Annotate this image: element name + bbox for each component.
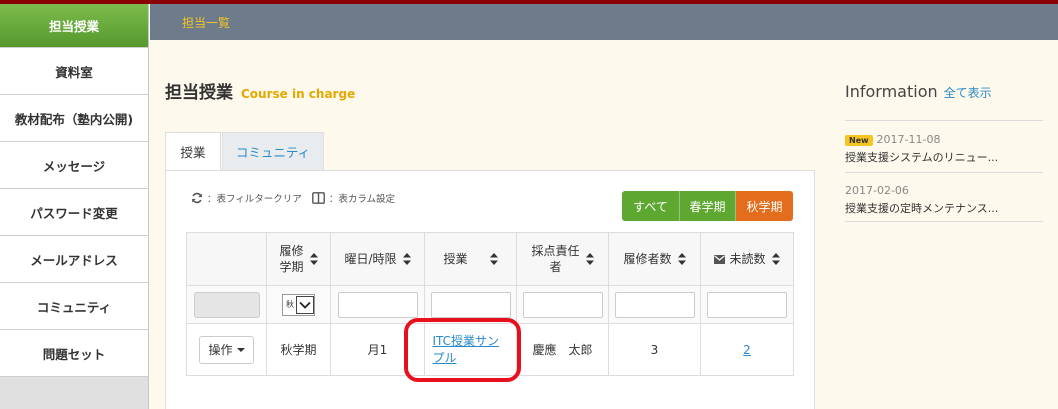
page-title-text: 担当授業 bbox=[165, 83, 233, 103]
header-grader[interactable]: 採点責任者 bbox=[516, 232, 609, 286]
table-row: 操作 秋学期 月1 ITC授業サン プル 慶應 太郎 3 2 bbox=[186, 323, 794, 376]
news-title-link[interactable]: 授業支援システムのリニュー... bbox=[845, 149, 1045, 165]
table-tools: ：表フィルタークリア ：表カラム設定 bbox=[191, 191, 405, 205]
clear-filter-label: ：表フィルタークリア bbox=[207, 194, 302, 205]
sort-icon bbox=[771, 253, 780, 265]
divider bbox=[845, 120, 1043, 121]
column-setting-label: ：表カラム設定 bbox=[328, 194, 396, 205]
header-grader-label: 採点責任者 bbox=[531, 244, 580, 274]
header-term-label: 履修 学期 bbox=[279, 244, 304, 274]
term-filter-select[interactable]: 秋 bbox=[282, 293, 315, 316]
news-item: 2017-02-06 授業支援の定時メンテナンス... bbox=[845, 184, 1045, 216]
row-course-cell: ITC授業サン プル bbox=[424, 323, 517, 376]
operation-label: 操作 bbox=[208, 343, 233, 357]
header-course-label: 授業 bbox=[443, 252, 468, 266]
sort-icon bbox=[585, 253, 594, 265]
sidebar-item-messages[interactable]: メッセージ bbox=[0, 142, 148, 189]
operation-dropdown-button[interactable]: 操作 bbox=[199, 335, 254, 364]
clear-filter-tool[interactable]: ：表フィルタークリア bbox=[191, 191, 302, 205]
filter-cell-actions bbox=[186, 285, 267, 324]
columns-icon bbox=[311, 192, 325, 204]
refresh-icon bbox=[192, 192, 202, 204]
news-date: 2017-11-08 bbox=[876, 133, 941, 146]
row-actions-cell: 操作 bbox=[186, 323, 267, 376]
news-item: New 2017-11-08 授業支援システムのリニュー... bbox=[845, 133, 1045, 165]
sort-icon bbox=[489, 253, 498, 265]
caret-down-icon bbox=[236, 347, 245, 352]
information-title: Information bbox=[845, 82, 938, 101]
page-title: 担当授業 Course in charge bbox=[165, 78, 355, 103]
header-course[interactable]: 授業 bbox=[424, 232, 517, 286]
row-grader: 慶應 太郎 bbox=[516, 323, 609, 376]
breadcrumb[interactable]: 担当一覧 bbox=[182, 14, 230, 31]
column-setting-tool[interactable]: ：表カラム設定 bbox=[311, 191, 396, 205]
row-enrolled: 3 bbox=[608, 323, 701, 376]
news-title-link[interactable]: 授業支援の定時メンテナンス... bbox=[845, 200, 1045, 216]
day-period-filter-input[interactable] bbox=[337, 291, 418, 318]
sort-icon bbox=[309, 253, 318, 265]
course-link[interactable]: ITC授業サン プル bbox=[433, 333, 509, 367]
course-table: 履修 学期 曜日/時限 授業 採点責任者 履修者数 未読数 秋 操作 秋学期 月… bbox=[186, 232, 794, 376]
filter-all-button[interactable]: すべて bbox=[622, 191, 680, 221]
header-unread[interactable]: 未読数 bbox=[700, 232, 794, 286]
sidebar-item-courses[interactable]: 担当授業 bbox=[0, 4, 148, 48]
page-subtitle: Course in charge bbox=[241, 87, 356, 101]
sidebar-item-password-change[interactable]: パスワード変更 bbox=[0, 189, 148, 236]
show-all-link[interactable]: 全て表示 bbox=[944, 86, 992, 100]
chevron-down-icon bbox=[296, 295, 314, 314]
sidebar-item-library[interactable]: 資料室 bbox=[0, 48, 148, 95]
tab-courses[interactable]: 授業 bbox=[165, 132, 221, 170]
filter-spring-button[interactable]: 春学期 bbox=[680, 191, 736, 221]
sort-icon bbox=[402, 253, 411, 265]
unread-filter-input[interactable] bbox=[707, 291, 787, 318]
header-enrolled-label: 履修者数 bbox=[623, 252, 672, 266]
filter-autumn-button[interactable]: 秋学期 bbox=[736, 191, 793, 221]
top-bar: 担当一覧 bbox=[150, 4, 1058, 40]
envelope-icon bbox=[714, 254, 726, 264]
filter-cell-grader bbox=[516, 285, 609, 324]
filter-cell-enrolled bbox=[608, 285, 701, 324]
filter-disabled-box bbox=[193, 291, 260, 318]
sidebar-item-material-distribution[interactable]: 教材配布（塾内公開) bbox=[0, 95, 148, 142]
enrolled-filter-input[interactable] bbox=[614, 291, 695, 318]
sort-icon bbox=[677, 253, 686, 265]
sidebar-item-community[interactable]: コミュニティ bbox=[0, 283, 148, 330]
sidebar-item-problem-sets[interactable]: 問題セット bbox=[0, 330, 148, 377]
filter-row: 秋 bbox=[186, 285, 794, 324]
header-enrolled[interactable]: 履修者数 bbox=[608, 232, 701, 286]
table-header-row: 履修 学期 曜日/時限 授業 採点責任者 履修者数 未読数 bbox=[186, 232, 794, 286]
filter-cell-term: 秋 bbox=[266, 285, 331, 324]
news-date: 2017-02-06 bbox=[845, 184, 909, 197]
header-day-period-label: 曜日/時限 bbox=[344, 252, 397, 266]
header-day-period[interactable]: 曜日/時限 bbox=[330, 232, 425, 286]
row-term: 秋学期 bbox=[266, 323, 331, 376]
filter-cell-day-period bbox=[330, 285, 425, 324]
filter-cell-course bbox=[424, 285, 517, 324]
sidebar: 担当授業 資料室 教材配布（塾内公開) メッセージ パスワード変更 メールアドレ… bbox=[0, 4, 149, 409]
row-unread-cell: 2 bbox=[700, 323, 794, 376]
header-term[interactable]: 履修 学期 bbox=[266, 232, 331, 286]
term-filter-group: すべて 春学期 秋学期 bbox=[622, 191, 793, 221]
filter-cell-unread bbox=[700, 285, 794, 324]
header-unread-label: 未読数 bbox=[729, 252, 766, 266]
sidebar-item-email-address[interactable]: メールアドレス bbox=[0, 236, 148, 283]
divider bbox=[845, 172, 1043, 173]
header-actions bbox=[186, 232, 267, 286]
new-badge: New bbox=[845, 134, 873, 146]
unread-count-link[interactable]: 2 bbox=[743, 343, 751, 357]
row-day-period: 月1 bbox=[330, 323, 425, 376]
grader-filter-input[interactable] bbox=[522, 291, 603, 318]
term-filter-value: 秋 bbox=[286, 300, 294, 309]
information-header: Information 全て表示 bbox=[845, 82, 992, 101]
tab-community[interactable]: コミュニティ bbox=[222, 132, 324, 170]
course-filter-input[interactable] bbox=[430, 291, 511, 318]
divider bbox=[845, 221, 1043, 222]
